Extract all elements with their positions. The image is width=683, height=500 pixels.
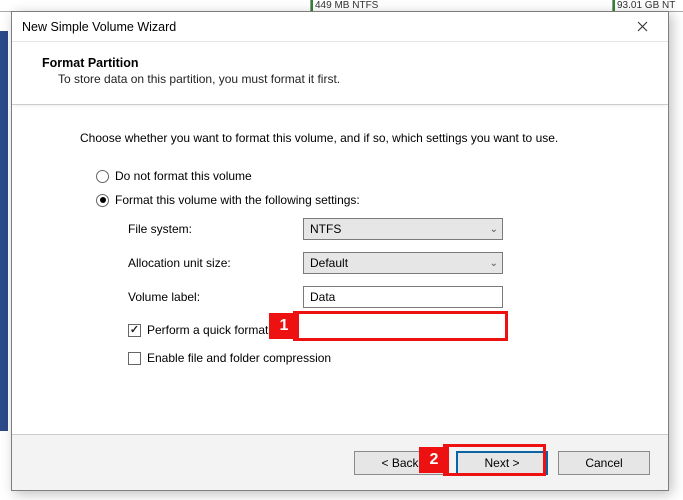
label-alloc-size: Allocation unit size: [128, 256, 303, 270]
label-compression: Enable file and folder compression [147, 351, 331, 365]
combo-alloc-size[interactable]: Default ⌄ [303, 252, 503, 274]
combo-file-system-value: NTFS [310, 222, 341, 236]
instruction-text: Choose whether you want to format this v… [80, 131, 632, 145]
wizard-footer: < Back Next > Cancel [12, 434, 668, 490]
window-title: New Simple Volume Wizard [22, 20, 176, 34]
radio-no-format-row[interactable]: Do not format this volume [96, 169, 632, 183]
format-settings: File system: NTFS ⌄ Allocation unit size… [128, 217, 632, 365]
cancel-button[interactable]: Cancel [558, 451, 650, 475]
wizard-header: Format Partition To store data on this p… [12, 42, 668, 105]
label-volume-label: Volume label: [128, 290, 303, 304]
row-quick-format[interactable]: Perform a quick format [128, 323, 632, 337]
input-volume-label[interactable] [303, 286, 503, 308]
header-desc: To store data on this partition, you mus… [36, 72, 652, 86]
radio-format-label: Format this volume with the following se… [115, 193, 360, 207]
row-file-system: File system: NTFS ⌄ [128, 217, 632, 241]
checkbox-quick-format[interactable] [128, 324, 141, 337]
combo-alloc-size-value: Default [310, 256, 348, 270]
radio-no-format-label: Do not format this volume [115, 169, 252, 183]
close-button[interactable] [622, 14, 662, 40]
chevron-down-icon: ⌄ [490, 224, 498, 235]
combo-file-system[interactable]: NTFS ⌄ [303, 218, 503, 240]
wizard-body: Choose whether you want to format this v… [12, 105, 668, 381]
checkbox-compression[interactable] [128, 352, 141, 365]
label-quick-format: Perform a quick format [147, 323, 268, 337]
chevron-down-icon: ⌄ [490, 258, 498, 269]
title-bar: New Simple Volume Wizard [12, 12, 668, 42]
row-volume-label: Volume label: [128, 285, 632, 309]
next-button[interactable]: Next > [456, 451, 548, 475]
radio-format[interactable] [96, 194, 109, 207]
row-alloc-size: Allocation unit size: Default ⌄ [128, 251, 632, 275]
close-icon [637, 21, 648, 32]
row-compression[interactable]: Enable file and folder compression [128, 351, 632, 365]
radio-no-format[interactable] [96, 170, 109, 183]
back-button[interactable]: < Back [354, 451, 446, 475]
wizard-dialog: New Simple Volume Wizard Format Partitio… [11, 11, 669, 491]
label-file-system: File system: [128, 222, 303, 236]
header-title: Format Partition [36, 56, 652, 70]
radio-format-row[interactable]: Format this volume with the following se… [96, 193, 632, 207]
